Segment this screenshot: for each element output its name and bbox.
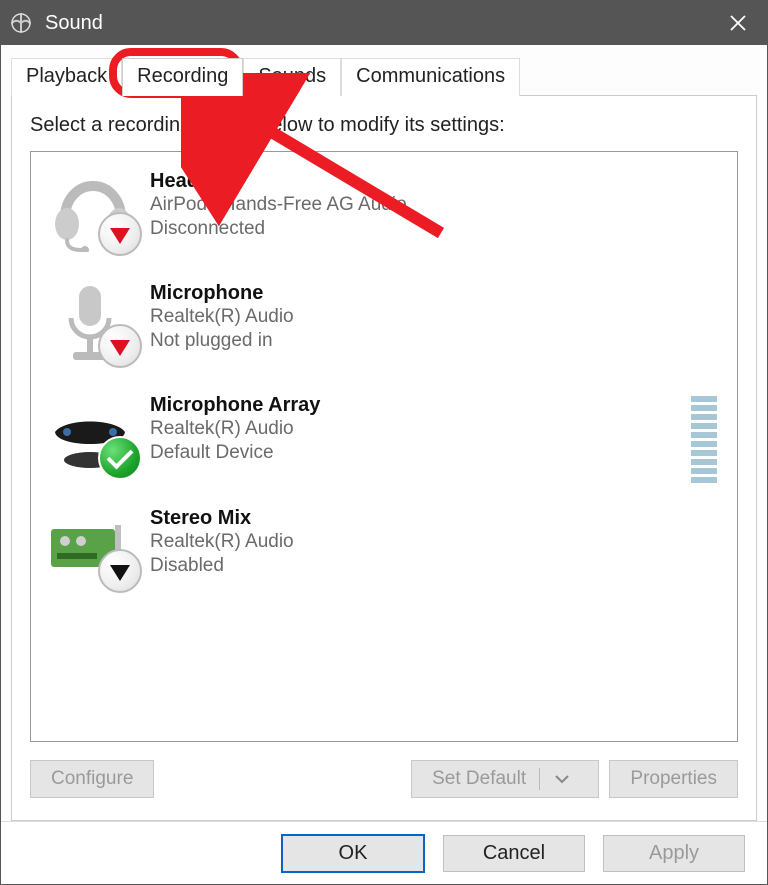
list-item[interactable]: Microphone Array Realtek(R) Audio Defaul…	[45, 382, 723, 495]
device-text: Microphone Array Realtek(R) Audio Defaul…	[150, 392, 320, 465]
set-default-label: Set Default	[432, 768, 526, 789]
chevron-down-icon[interactable]	[539, 768, 578, 790]
device-status: Not plugged in	[150, 329, 294, 353]
device-name: Headset	[150, 170, 407, 193]
close-icon	[729, 14, 747, 32]
device-text: Headset AirPods Hands-Free AG Audio Disc…	[150, 168, 407, 241]
tab-playback[interactable]: Playback	[11, 58, 122, 96]
sound-dialog-window: Sound Playback Recording Sounds Communic…	[0, 0, 768, 885]
list-item[interactable]: Stereo Mix Realtek(R) Audio Disabled	[45, 495, 723, 607]
device-icon	[45, 168, 150, 258]
sound-app-icon	[11, 13, 31, 33]
device-icon	[45, 392, 150, 482]
dialog-button-row: OK Cancel Apply	[1, 821, 767, 884]
instruction-text: Select a recording device below to modif…	[30, 114, 738, 137]
client-area: Playback Recording Sounds Communications…	[1, 45, 767, 821]
device-list[interactable]: Headset AirPods Hands-Free AG Audio Disc…	[30, 151, 738, 742]
recording-tab-panel: Select a recording device below to modif…	[11, 96, 757, 821]
device-provider: Realtek(R) Audio	[150, 530, 294, 554]
titlebar: Sound	[1, 1, 767, 45]
cancel-button[interactable]: Cancel	[443, 835, 585, 872]
device-name: Microphone	[150, 282, 294, 305]
level-meter	[691, 396, 717, 483]
tab-sounds[interactable]: Sounds	[243, 58, 341, 96]
tab-strip: Playback Recording Sounds Communications	[11, 55, 757, 96]
close-button[interactable]	[709, 1, 767, 45]
device-name: Microphone Array	[150, 394, 320, 417]
device-status: Disconnected	[150, 217, 407, 241]
tab-recording[interactable]: Recording	[122, 58, 243, 96]
device-status: Default Device	[150, 441, 320, 465]
apply-button[interactable]: Apply	[603, 835, 745, 872]
list-item[interactable]: Microphone Realtek(R) Audio Not plugged …	[45, 270, 723, 382]
device-icon	[45, 505, 150, 595]
properties-button[interactable]: Properties	[609, 760, 738, 798]
device-text: Stereo Mix Realtek(R) Audio Disabled	[150, 505, 294, 578]
unavailable-overlay-icon	[98, 324, 142, 368]
sheet-button-row: Configure Set Default Properties	[30, 760, 738, 798]
unavailable-overlay-icon	[98, 549, 142, 593]
device-status: Disabled	[150, 554, 294, 578]
device-name: Stereo Mix	[150, 507, 294, 530]
tab-communications[interactable]: Communications	[341, 58, 520, 96]
ok-button[interactable]: OK	[281, 834, 425, 873]
default-overlay-icon	[98, 436, 142, 480]
unavailable-overlay-icon	[98, 212, 142, 256]
device-icon	[45, 280, 150, 370]
device-provider: Realtek(R) Audio	[150, 305, 294, 329]
configure-button[interactable]: Configure	[30, 760, 154, 798]
device-provider: AirPods Hands-Free AG Audio	[150, 193, 407, 217]
list-item[interactable]: Headset AirPods Hands-Free AG Audio Disc…	[45, 158, 723, 270]
window-title: Sound	[45, 12, 103, 35]
set-default-button[interactable]: Set Default	[411, 760, 599, 798]
device-text: Microphone Realtek(R) Audio Not plugged …	[150, 280, 294, 353]
device-provider: Realtek(R) Audio	[150, 417, 320, 441]
